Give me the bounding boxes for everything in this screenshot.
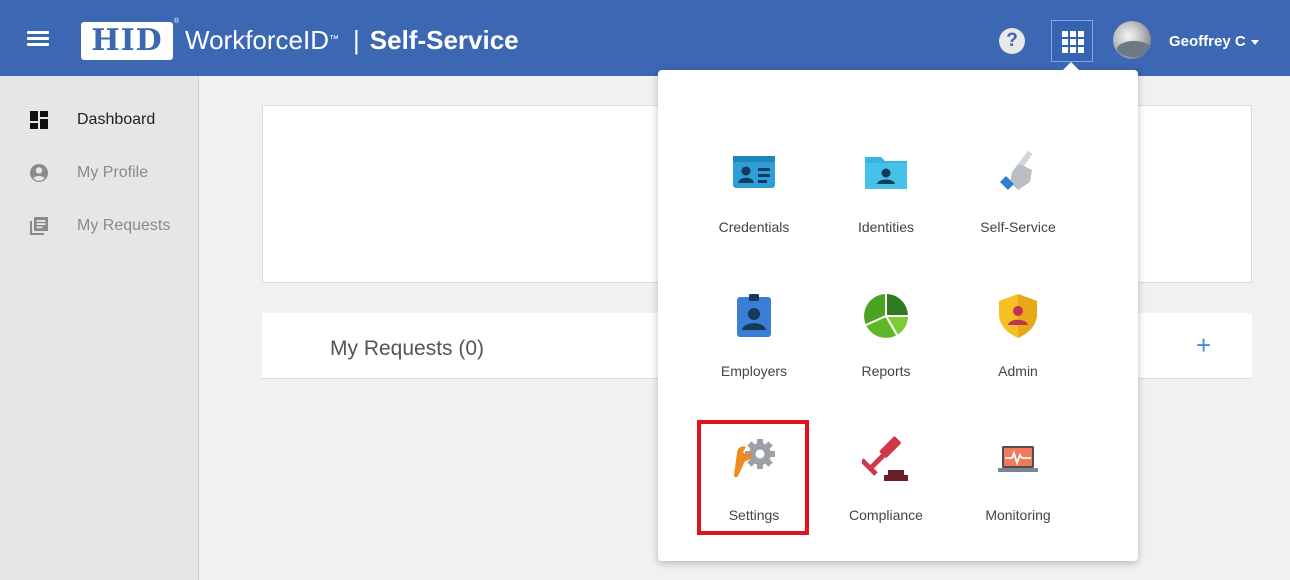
app-tile-label: Credentials xyxy=(718,219,790,235)
folder-user-icon xyxy=(862,148,910,196)
pointing-hand-icon xyxy=(994,148,1042,196)
apps-menu-dropdown: Credentials Identities Self-Service Empl… xyxy=(658,62,1138,561)
brand-trademark: ™ xyxy=(329,34,339,45)
app-tile-label: Admin xyxy=(998,363,1038,379)
app-tile-label: Settings xyxy=(728,507,780,523)
id-card-icon xyxy=(730,148,778,196)
app-tile-credentials[interactable]: Credentials xyxy=(698,148,810,248)
brand-subtitle: Self-Service xyxy=(369,25,519,55)
sidebar-item-my-profile[interactable]: My Profile xyxy=(0,153,199,193)
wrench-gear-icon xyxy=(730,436,778,484)
app-tile-label: Identities xyxy=(857,219,915,235)
app-tile-label: Compliance xyxy=(849,507,923,523)
apps-grid-icon xyxy=(1062,31,1084,53)
app-tile-compliance[interactable]: Compliance xyxy=(830,436,942,536)
shield-user-icon xyxy=(994,292,1042,340)
app-tile-label: Employers xyxy=(720,363,788,379)
user-menu[interactable]: Geoffrey C xyxy=(1169,33,1259,50)
app-tile-identities[interactable]: Identities xyxy=(830,148,942,248)
gavel-icon xyxy=(860,436,910,484)
logo-text: HID xyxy=(91,23,163,58)
app-tile-self-service[interactable]: Self-Service xyxy=(962,148,1074,248)
laptop-pulse-icon xyxy=(994,436,1042,484)
app-tile-employers[interactable]: Employers xyxy=(698,292,810,392)
app-tile-admin[interactable]: Admin xyxy=(962,292,1074,392)
app-tile-reports[interactable]: Reports xyxy=(830,292,942,392)
sidebar-item-label: My Profile xyxy=(77,164,149,181)
app-tile-label: Self-Service xyxy=(980,219,1056,235)
sidebar-item-label: Dashboard xyxy=(77,111,156,128)
apps-grid-button[interactable] xyxy=(1051,20,1093,62)
avatar[interactable] xyxy=(1113,21,1151,59)
brand-separator: | xyxy=(353,25,360,55)
brand-name: WorkforceID xyxy=(185,25,329,55)
app-tile-label: Monitoring xyxy=(985,507,1051,523)
add-request-button[interactable]: + xyxy=(1196,330,1211,360)
app-tile-settings[interactable]: Settings xyxy=(698,436,810,536)
caret-down-icon xyxy=(1250,39,1259,45)
top-header: HID ® WorkforceID™ | Self-Service ? Geoffr… xyxy=(0,0,1290,76)
sidebar-item-dashboard[interactable]: Dashboard xyxy=(0,100,199,140)
sidebar-item-my-requests[interactable]: My Requests xyxy=(0,206,199,246)
app-tile-monitoring[interactable]: Monitoring xyxy=(962,436,1074,536)
pie-chart-icon xyxy=(862,292,910,340)
user-name: Geoffrey C xyxy=(1169,33,1246,50)
my-requests-title: My Requests (0) xyxy=(330,337,485,360)
library-books-icon xyxy=(29,216,49,236)
app-tile-label: Reports xyxy=(861,363,911,379)
help-icon[interactable]: ? xyxy=(999,28,1025,54)
sidebar-item-label: My Requests xyxy=(77,217,171,234)
badge-icon xyxy=(730,292,778,340)
hamburger-icon[interactable] xyxy=(27,31,49,47)
dashboard-icon xyxy=(29,110,49,130)
logo-registered-mark: ® xyxy=(174,18,180,25)
app-title: WorkforceID™ | Self-Service xyxy=(185,24,519,56)
sidebar: Dashboard My Profile My Requests xyxy=(0,76,199,580)
account-circle-icon xyxy=(29,163,49,183)
hid-logo: HID xyxy=(81,22,173,60)
